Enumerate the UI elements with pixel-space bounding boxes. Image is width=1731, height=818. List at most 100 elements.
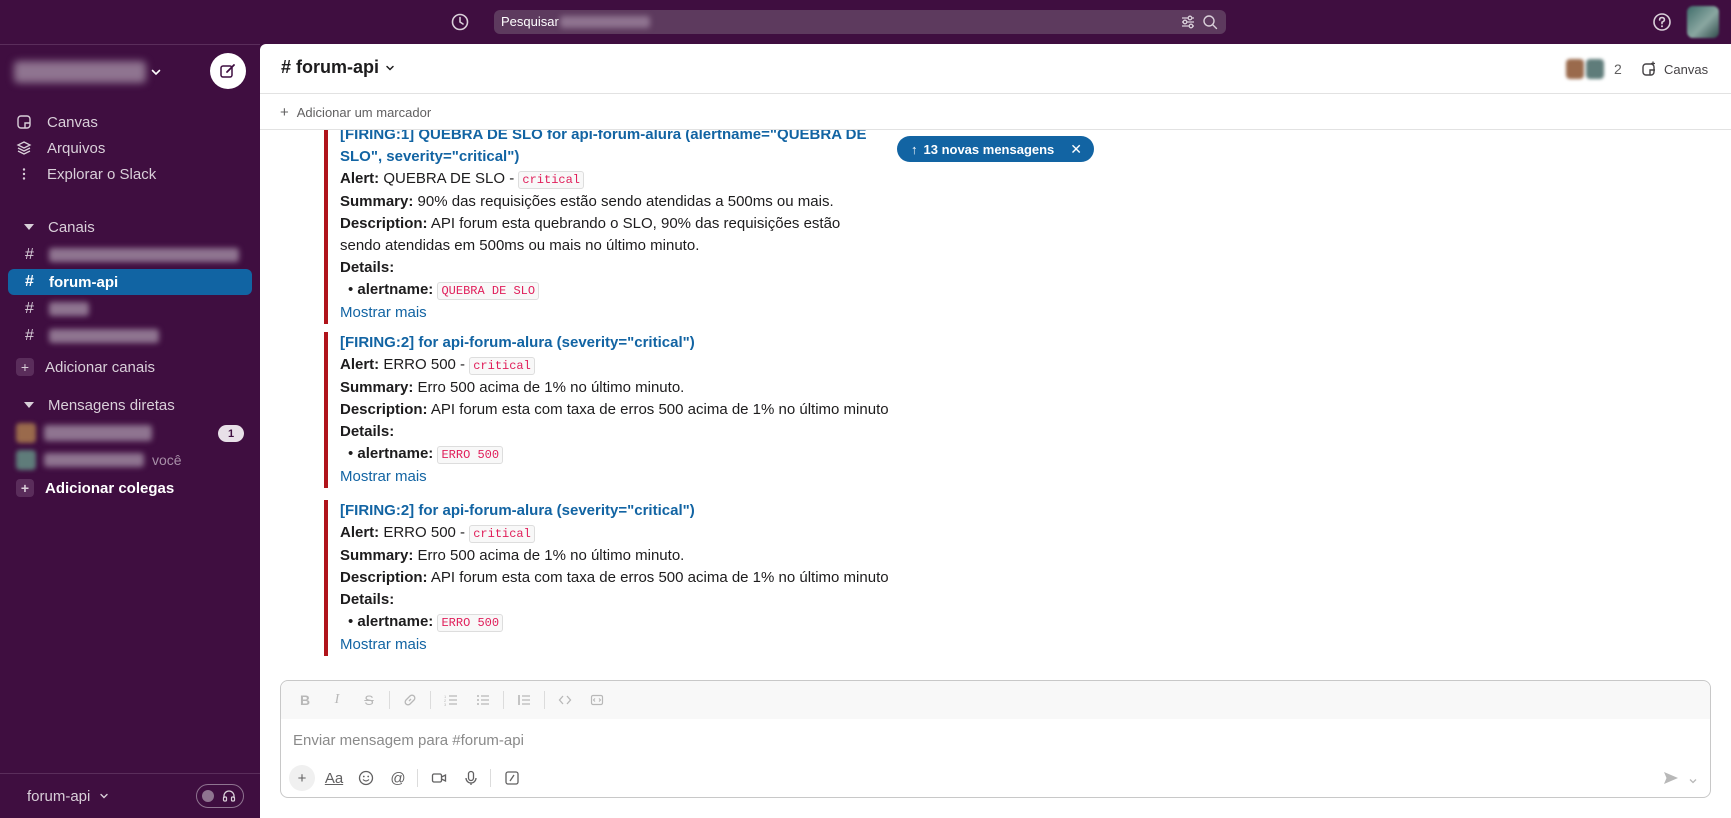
channel-title-button[interactable]: # forum-api xyxy=(281,57,395,78)
code-icon[interactable] xyxy=(553,688,577,712)
send-icon[interactable] xyxy=(1662,769,1680,787)
code-block-icon[interactable] xyxy=(585,688,609,712)
channel-label: forum-api xyxy=(49,273,119,291)
divider xyxy=(430,691,431,709)
user-avatar[interactable] xyxy=(1687,6,1719,38)
channel-name-blurred xyxy=(49,248,239,262)
sidebar-channel[interactable]: # xyxy=(8,323,252,349)
summary-line: Summary: 90% das requisições estão sendo… xyxy=(340,191,884,213)
emoji-icon[interactable] xyxy=(353,765,379,791)
alertname-line: • alertname: QUEBRA DE SLO xyxy=(340,279,884,302)
huddle-toggle[interactable] xyxy=(196,784,244,808)
alert-title-link[interactable]: [FIRING:1] QUEBRA DE SLO for api-forum-a… xyxy=(340,130,884,168)
summary-line: Summary: Erro 500 acima de 1% no último … xyxy=(340,377,884,399)
channel-title: # forum-api xyxy=(281,57,380,77)
toggle-knob xyxy=(202,790,214,802)
sidebar-channel[interactable]: # xyxy=(8,242,252,268)
svg-text:3: 3 xyxy=(444,702,447,707)
add-colleagues-label: Adicionar colegas xyxy=(45,479,175,497)
show-more-link[interactable]: Mostrar mais xyxy=(340,466,884,488)
canvas-button[interactable]: Canvas xyxy=(1640,58,1708,80)
italic-icon[interactable]: I xyxy=(325,688,349,712)
new-messages-pill[interactable]: ↑ 13 novas mensagens ✕ xyxy=(897,136,1094,162)
dm-item-self[interactable]: você xyxy=(16,447,244,473)
alert-value: ERRO 500 - xyxy=(383,524,466,541)
nav-label: Explorar o Slack xyxy=(47,165,157,183)
sidebar-channel[interactable]: # xyxy=(8,296,252,322)
alert-title-link[interactable]: [FIRING:2] for api-forum-alura (severity… xyxy=(340,500,884,522)
hash-icon: # xyxy=(25,246,34,263)
channels-heading: Canais xyxy=(48,218,95,236)
sidebar-channel-forum-api[interactable]: # forum-api xyxy=(8,269,252,295)
format-toggle-button[interactable]: Aa xyxy=(321,765,347,791)
dm-item[interactable]: 1 xyxy=(16,420,244,446)
message-input[interactable] xyxy=(293,729,1593,751)
alert-attachment: [FIRING:2] for api-forum-alura (severity… xyxy=(324,332,889,488)
nav-label: Arquivos xyxy=(47,139,106,157)
headphones-icon xyxy=(222,790,236,802)
details-line: Details: xyxy=(340,257,884,279)
alert-title-link[interactable]: [FIRING:2] for api-forum-alura (severity… xyxy=(340,332,884,354)
alertname-line: • alertname: ERRO 500 xyxy=(340,611,884,634)
field-label: alertname: xyxy=(357,445,434,462)
divider xyxy=(417,769,418,787)
add-colleagues-button[interactable]: + Adicionar colegas xyxy=(16,475,174,501)
mention-icon[interactable]: @ xyxy=(385,765,411,791)
avatar xyxy=(16,450,36,470)
canvas-label: Canvas xyxy=(1664,61,1709,77)
link-icon[interactable] xyxy=(398,688,422,712)
filter-icon[interactable] xyxy=(1180,14,1196,30)
you-label: você xyxy=(152,452,182,468)
close-icon[interactable]: ✕ xyxy=(1070,141,1082,158)
strikethrough-icon[interactable]: S xyxy=(357,688,381,712)
channels-section-toggle[interactable]: Canais xyxy=(24,215,95,239)
field-label: Summary: xyxy=(340,379,414,396)
add-channels-button[interactable]: + Adicionar canais xyxy=(16,354,155,380)
description-line: Description: API forum esta com taxa de … xyxy=(340,567,889,589)
field-label: Summary: xyxy=(340,547,414,564)
help-icon[interactable] xyxy=(1652,12,1672,32)
chevron-down-icon[interactable] xyxy=(1688,773,1698,784)
channel-header: # forum-api 2 Canvas xyxy=(260,44,1731,94)
sidebar: Canvas Arquivos Explorar o Slack Canais … xyxy=(0,44,260,818)
alert-line: Alert: ERRO 500 - critical xyxy=(340,522,884,545)
field-label: Alert: xyxy=(340,524,380,541)
description-line: Description: API forum esta quebrando o … xyxy=(340,213,884,257)
chevron-down-icon[interactable] xyxy=(150,65,162,77)
files-icon xyxy=(16,140,32,156)
video-icon[interactable] xyxy=(426,765,452,791)
top-bar: Pesquisar xyxy=(0,0,1731,44)
plus-icon[interactable]: + xyxy=(289,765,315,791)
nav-canvas[interactable]: Canvas xyxy=(16,109,98,135)
add-bookmark-label: Adicionar um marcador xyxy=(296,105,432,120)
plus-icon: + xyxy=(16,358,34,376)
search-bar[interactable]: Pesquisar xyxy=(494,10,1226,34)
search-icon[interactable] xyxy=(1202,14,1218,30)
bullet-list-icon[interactable] xyxy=(471,688,495,712)
dm-name-blurred xyxy=(44,425,152,441)
chevron-down-icon xyxy=(386,65,394,71)
hash-icon: # xyxy=(25,273,34,290)
caret-down-icon xyxy=(24,224,34,230)
history-icon[interactable] xyxy=(450,12,470,32)
field-label: Description: xyxy=(340,215,428,232)
ordered-list-icon[interactable]: 123 xyxy=(439,688,463,712)
blockquote-icon[interactable] xyxy=(512,688,536,712)
nav-explore[interactable]: Explorar o Slack xyxy=(16,161,156,187)
search-label: Pesquisar xyxy=(501,14,559,29)
footer-channel-switcher[interactable]: forum-api xyxy=(27,788,109,805)
microphone-icon[interactable] xyxy=(458,765,484,791)
show-more-link[interactable]: Mostrar mais xyxy=(340,302,884,324)
bold-icon[interactable]: B xyxy=(293,688,317,712)
dm-section-toggle[interactable]: Mensagens diretas xyxy=(24,393,175,417)
workspace-name[interactable] xyxy=(14,61,146,83)
show-more-link[interactable]: Mostrar mais xyxy=(340,634,884,656)
members-button[interactable]: 2 xyxy=(1566,58,1622,80)
divider xyxy=(544,691,545,709)
sidebar-footer: forum-api xyxy=(0,773,260,818)
nav-files[interactable]: Arquivos xyxy=(16,135,105,161)
compose-button[interactable] xyxy=(210,53,246,89)
canvas-icon xyxy=(16,114,32,130)
add-bookmark-button[interactable]: + Adicionar um marcador xyxy=(280,104,431,121)
shortcuts-icon[interactable] xyxy=(499,765,525,791)
